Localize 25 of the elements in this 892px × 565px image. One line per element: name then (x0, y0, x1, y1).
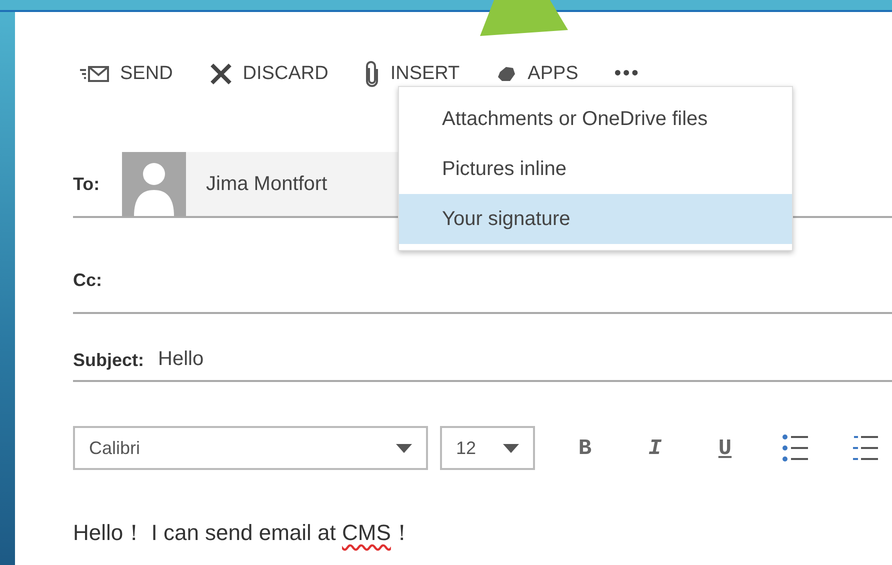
menu-item[interactable]: Pictures inline (399, 144, 792, 194)
send-button[interactable]: SEND (78, 60, 173, 88)
font-dropdown[interactable]: Calibri (73, 426, 428, 470)
message-body-text: Hello！ I can send email at CMS！ (73, 519, 414, 547)
apps-button[interactable]: APPS (496, 60, 578, 88)
subject-field[interactable]: Hello (158, 344, 204, 374)
paperclip-icon (364, 61, 380, 87)
send-icon (78, 64, 110, 84)
menu-item[interactable]: Attachments or OneDrive files (399, 94, 792, 144)
menu-item[interactable]: Your signature (399, 194, 792, 244)
caret-icon (503, 444, 519, 452)
discard-button[interactable]: DISCARD (208, 60, 328, 88)
subject-label: Subject: (73, 349, 144, 372)
to-label: To: (73, 172, 101, 196)
more-button[interactable]: ••• (614, 60, 640, 88)
numbered-list-icon (852, 433, 878, 463)
bold-button[interactable]: B (563, 432, 607, 464)
underline-button[interactable]: U (703, 432, 747, 464)
insert-button[interactable]: INSERT (364, 60, 460, 88)
close-icon (208, 62, 233, 86)
bulleted-list-icon (782, 433, 808, 463)
caret-icon (396, 444, 412, 452)
size-dropdown[interactable]: 12 (440, 426, 535, 470)
cc-label: Cc: (73, 269, 102, 292)
italic-button[interactable]: I (633, 432, 677, 464)
